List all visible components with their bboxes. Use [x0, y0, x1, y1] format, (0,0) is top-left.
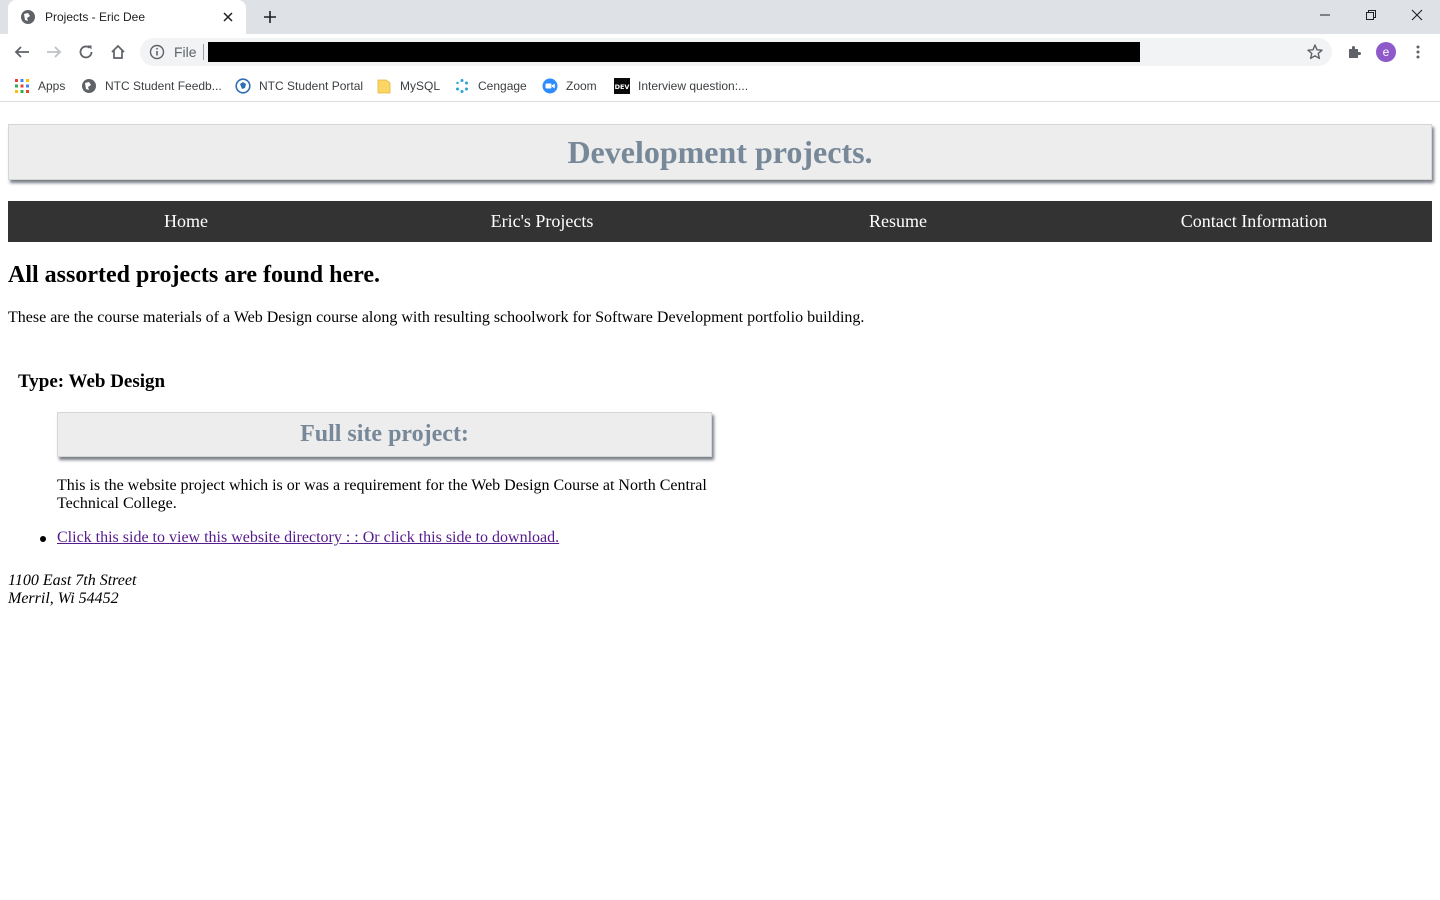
home-button[interactable] — [104, 38, 132, 66]
intro-paragraph: These are the course materials of a Web … — [8, 309, 865, 326]
bookmark-label: NTC Student Portal — [259, 79, 364, 93]
info-icon[interactable] — [149, 44, 165, 60]
back-button[interactable] — [8, 38, 36, 66]
project-links: Click this side to view this website dir… — [40, 529, 559, 547]
list-item: Click this side to view this website dir… — [40, 529, 559, 547]
project-description: This is the website project which is or … — [57, 477, 707, 512]
bookmark-mysql[interactable]: MySQL — [376, 76, 440, 96]
profile-avatar[interactable]: e — [1376, 42, 1396, 62]
bookmark-apps[interactable]: Apps — [14, 76, 65, 96]
bookmark-label: Zoom — [566, 79, 597, 93]
address-bar[interactable]: File — [140, 38, 1332, 66]
page-title: Development projects. — [567, 134, 873, 170]
bookmark-label: Apps — [38, 79, 66, 93]
svg-text:DEV: DEV — [615, 83, 630, 91]
extensions-icon[interactable] — [1340, 38, 1368, 66]
main-nav: Home Eric's Projects Resume Contact Info… — [8, 201, 1432, 242]
footer-address: 1100 East 7th Street Merril, Wi 54452 — [8, 572, 136, 608]
url-separator — [203, 44, 204, 60]
zoom-icon — [542, 78, 558, 94]
url-scheme-label: File — [174, 44, 197, 60]
bullet-marker — [40, 536, 46, 542]
project-directory-link[interactable]: Click this side to view this website dir… — [57, 529, 559, 546]
browser-tab[interactable]: Projects - Eric Dee — [8, 0, 246, 34]
nav-erics-projects[interactable]: Eric's Projects — [364, 201, 720, 242]
portal-globe-icon — [235, 78, 251, 94]
dev-icon: DEV — [614, 78, 630, 94]
nav-resume[interactable]: Resume — [720, 201, 1076, 242]
project-card-title: Full site project: — [300, 421, 469, 447]
nav-home[interactable]: Home — [8, 201, 364, 242]
address-line-2: Merril, Wi 54452 — [8, 590, 119, 607]
section-heading: All assorted projects are found here. — [8, 262, 380, 288]
bookmarks-bar: Apps NTC Student Feedb... NTC Student Po… — [0, 70, 1440, 102]
tab-strip: Projects - Eric Dee — [0, 0, 1440, 34]
tab-title: Projects - Eric Dee — [45, 10, 146, 24]
restore-button[interactable] — [1348, 0, 1394, 30]
reload-button[interactable] — [72, 38, 100, 66]
browser-toolbar: File e — [0, 34, 1440, 70]
redacted-url — [208, 42, 1140, 62]
cengage-icon — [454, 78, 470, 94]
close-tab-icon[interactable] — [220, 9, 236, 25]
bookmark-ntc-feedback[interactable]: NTC Student Feedb... — [81, 76, 222, 96]
more-menu-icon[interactable] — [1404, 38, 1432, 66]
bookmark-cengage[interactable]: Cengage — [454, 76, 527, 96]
page-content: Development projects. Home Eric's Projec… — [0, 103, 1440, 900]
bookmark-label: Interview question:... — [638, 79, 749, 93]
apps-grid-icon — [14, 78, 30, 94]
bookmark-interview[interactable]: DEV Interview question:... — [614, 76, 748, 96]
new-tab-button[interactable] — [258, 5, 282, 29]
bookmark-label: MySQL — [400, 79, 441, 93]
globe-icon — [20, 9, 36, 25]
bookmark-ntc-portal[interactable]: NTC Student Portal — [235, 76, 363, 96]
minimize-button[interactable] — [1302, 0, 1348, 30]
bookmark-zoom[interactable]: Zoom — [542, 76, 597, 96]
address-line-1: 1100 East 7th Street — [8, 572, 137, 589]
close-window-button[interactable] — [1394, 0, 1440, 30]
folder-icon — [376, 78, 392, 94]
star-icon[interactable] — [1306, 43, 1324, 61]
project-card-header: Full site project: — [57, 412, 712, 457]
forward-button[interactable] — [40, 38, 68, 66]
bookmark-label: Cengage — [478, 79, 527, 93]
bookmark-label: NTC Student Feedb... — [105, 79, 222, 93]
globe-icon — [81, 78, 97, 94]
nav-contact-information[interactable]: Contact Information — [1076, 201, 1432, 242]
type-heading: Type: Web Design — [18, 371, 166, 392]
page-banner: Development projects. — [8, 124, 1432, 180]
